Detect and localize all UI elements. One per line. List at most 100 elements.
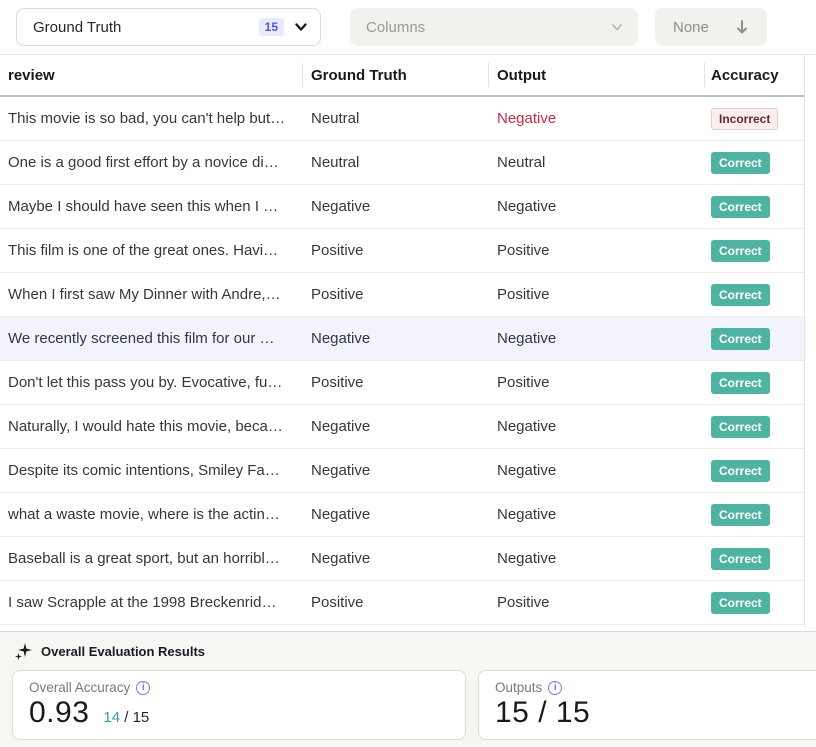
summary-cards: Overall Accuracy i 0.93 14 / 15 Outputs … [12, 670, 816, 740]
output-cell: Positive [489, 242, 705, 259]
table-row[interactable]: Don't let this pass you by. Evocative, f… [0, 361, 804, 405]
accuracy-cell: Correct [705, 504, 804, 526]
ground-truth-cell: Positive [303, 594, 489, 611]
ground-truth-cell: Negative [303, 506, 489, 523]
accuracy-cell: Correct [705, 592, 804, 614]
ground-truth-cell: Neutral [303, 110, 489, 127]
info-icon[interactable]: i [548, 681, 562, 695]
ground-truth-select[interactable]: Ground Truth 15 [16, 8, 321, 46]
table-row[interactable]: Baseball is a great sport, but an horrib… [0, 537, 804, 581]
accuracy-cell: Correct [705, 240, 804, 262]
overall-accuracy-label: Overall Accuracy [29, 680, 130, 695]
overall-results-title: Overall Evaluation Results [41, 644, 205, 659]
table-row[interactable]: what a waste movie, where is the actin… … [0, 493, 804, 537]
sort-button[interactable]: None [655, 8, 767, 46]
chevron-down-icon [610, 20, 624, 34]
output-cell: Negative [489, 418, 705, 435]
overall-accuracy-value: 0.93 [29, 696, 89, 730]
ground-truth-cell: Positive [303, 286, 489, 303]
toolbar: Ground Truth 15 Columns None [0, 0, 816, 55]
output-cell: Negative [489, 550, 705, 567]
table-row[interactable]: This film is one of the great ones. Havi… [0, 229, 804, 273]
accuracy-badge: Correct [711, 548, 770, 570]
review-cell: This film is one of the great ones. Havi… [0, 242, 303, 259]
accuracy-cell: Correct [705, 416, 804, 438]
output-cell: Positive [489, 286, 705, 303]
accuracy-badge: Correct [711, 504, 770, 526]
output-cell: Negative [489, 506, 705, 523]
columns-select[interactable]: Columns [350, 8, 638, 46]
table-row[interactable]: One is a good first effort by a novice d… [0, 141, 804, 185]
table-row[interactable]: Despite its comic intentions, Smiley Fa…… [0, 449, 804, 493]
ground-truth-cell: Positive [303, 242, 489, 259]
accuracy-cell: Correct [705, 460, 804, 482]
overall-results-panel: Overall Evaluation Results Overall Accur… [0, 631, 816, 747]
table-row[interactable]: I saw Scrapple at the 1998 Breckenrid… P… [0, 581, 804, 625]
column-header-ground-truth[interactable]: Ground Truth [303, 55, 489, 95]
accuracy-badge: Correct [711, 240, 770, 262]
results-table: review Ground Truth Output Accuracy This… [0, 55, 805, 628]
output-cell: Negative [489, 330, 705, 347]
overall-results-heading: Overall Evaluation Results [0, 632, 816, 660]
output-cell: Negative [489, 462, 705, 479]
table-row[interactable]: Naturally, I would hate this movie, beca… [0, 405, 804, 449]
review-cell: One is a good first effort by a novice d… [0, 154, 303, 171]
accuracy-cell: Correct [705, 372, 804, 394]
output-cell: Negative [489, 198, 705, 215]
accuracy-badge: Correct [711, 592, 770, 614]
column-header-output[interactable]: Output [489, 55, 705, 95]
columns-select-placeholder: Columns [366, 19, 425, 36]
ground-truth-cell: Positive [303, 374, 489, 391]
review-cell: We recently screened this film for our … [0, 330, 303, 347]
chevron-down-icon [294, 20, 308, 34]
column-header-review[interactable]: review [0, 55, 303, 95]
accuracy-badge: Incorrect [711, 108, 778, 130]
table-row[interactable]: We recently screened this film for our …… [0, 317, 804, 361]
table-body: This movie is so bad, you can't help but… [0, 97, 804, 628]
outputs-card: Outputs i 15 / 15 [478, 670, 816, 740]
ground-truth-cell: Negative [303, 462, 489, 479]
column-header-accuracy[interactable]: Accuracy [705, 55, 804, 95]
accuracy-badge: Correct [711, 416, 770, 438]
review-cell: This movie is so bad, you can't help but… [0, 110, 303, 127]
accuracy-badge: Correct [711, 152, 770, 174]
overall-accuracy-card: Overall Accuracy i 0.93 14 / 15 [12, 670, 466, 740]
accuracy-cell: Correct [705, 328, 804, 350]
table-row[interactable]: This movie is so bad, you can't help but… [0, 97, 804, 141]
review-cell: Naturally, I would hate this movie, beca… [0, 418, 303, 435]
outputs-label: Outputs [495, 680, 542, 695]
ground-truth-cell: Negative [303, 550, 489, 567]
accuracy-badge: Correct [711, 460, 770, 482]
ground-truth-select-label: Ground Truth [33, 19, 121, 36]
accuracy-badge: Correct [711, 284, 770, 306]
review-cell: I saw Scrapple at the 1998 Breckenrid… [0, 594, 303, 611]
accuracy-cell: Correct [705, 548, 804, 570]
review-cell: When I first saw My Dinner with Andre,… [0, 286, 303, 303]
accuracy-cell: Correct [705, 152, 804, 174]
ground-truth-cell: Negative [303, 198, 489, 215]
table-row[interactable]: When I first saw My Dinner with Andre,… … [0, 273, 804, 317]
accuracy-fraction: 14 / 15 [103, 709, 149, 726]
sparkles-icon [14, 642, 32, 660]
row-count-badge: 15 [259, 18, 284, 36]
ground-truth-cell: Negative [303, 418, 489, 435]
output-cell: Positive [489, 374, 705, 391]
review-cell: Baseball is a great sport, but an horrib… [0, 550, 303, 567]
table-row[interactable]: Maybe I should have seen this when I … N… [0, 185, 804, 229]
review-cell: Maybe I should have seen this when I … [0, 198, 303, 215]
ground-truth-select-right: 15 [259, 18, 308, 36]
output-cell: Positive [489, 594, 705, 611]
arrow-down-icon [735, 19, 749, 35]
review-cell: what a waste movie, where is the actin… [0, 506, 303, 523]
accuracy-cell: Correct [705, 196, 804, 218]
output-cell: Neutral [489, 154, 705, 171]
accuracy-cell: Correct [705, 284, 804, 306]
ground-truth-cell: Negative [303, 330, 489, 347]
accuracy-badge: Correct [711, 372, 770, 394]
table-header: review Ground Truth Output Accuracy [0, 55, 804, 97]
accuracy-badge: Correct [711, 328, 770, 350]
accuracy-cell: Incorrect [705, 108, 804, 130]
info-icon[interactable]: i [136, 681, 150, 695]
output-cell: Negative [489, 110, 705, 127]
outputs-value: 15 / 15 [495, 696, 590, 730]
